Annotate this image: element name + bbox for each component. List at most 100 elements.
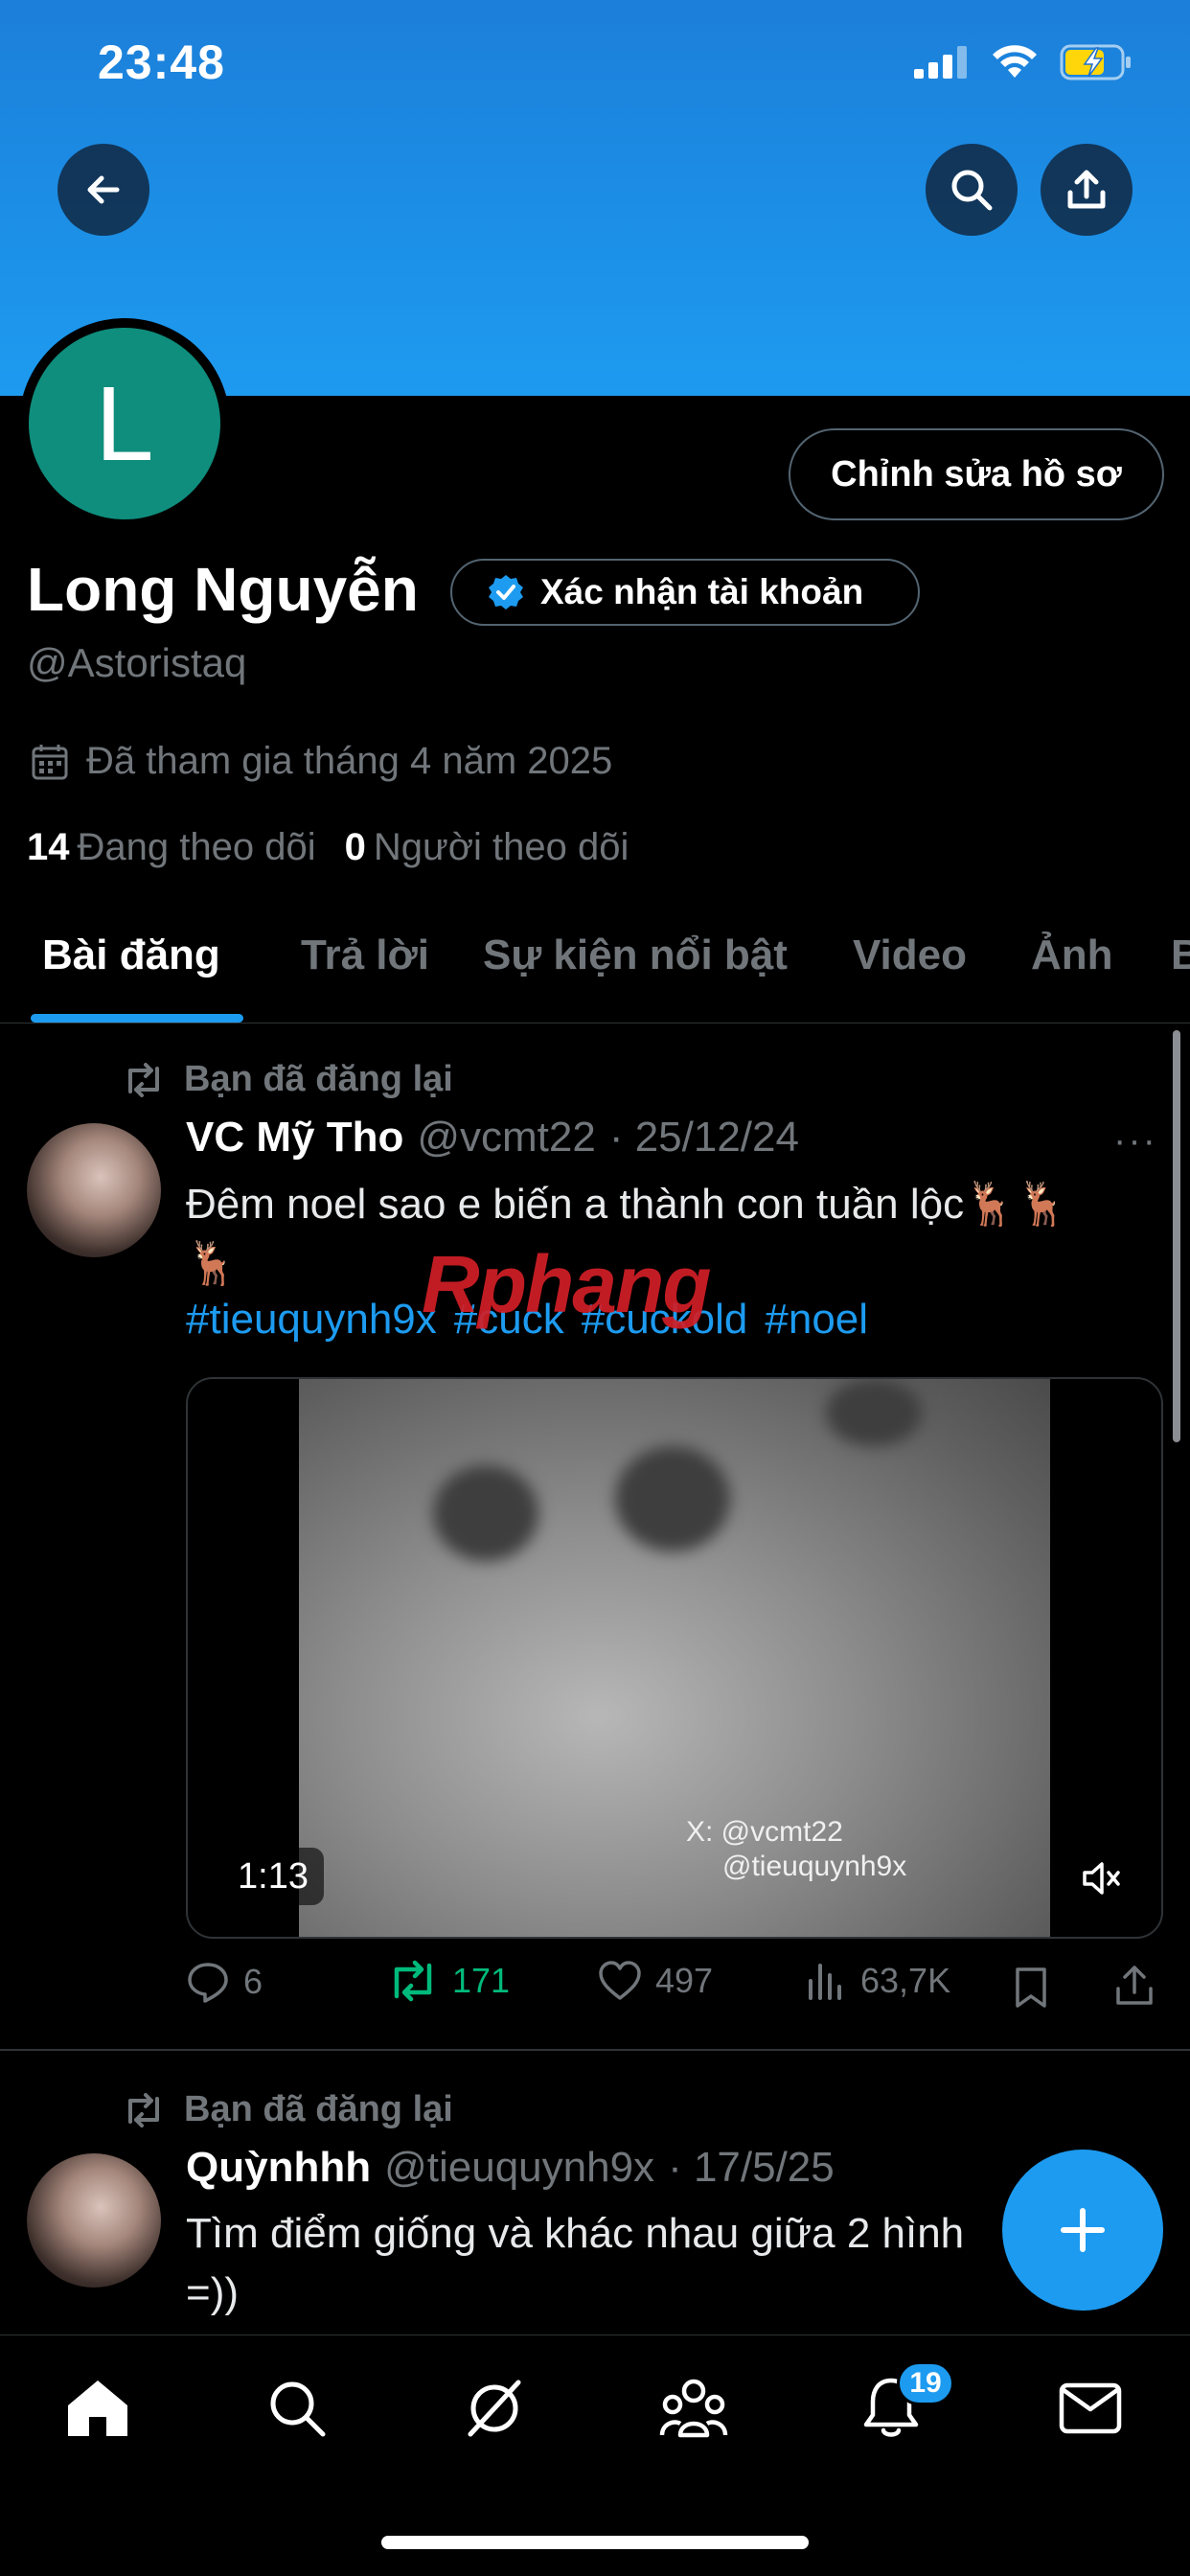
status-time: 23:48	[98, 35, 225, 89]
post-video[interactable]: X: @vcmt22 @tieuquynh9x	[186, 1377, 1163, 1939]
reply-icon	[188, 1963, 228, 2003]
joined-text: Đã tham gia tháng 4 năm 2025	[86, 740, 613, 782]
arrow-left-icon	[87, 175, 120, 204]
battery-charging-icon	[1060, 44, 1131, 80]
tab-highlights[interactable]: Sự kiện nổi bật	[483, 932, 788, 979]
share-icon	[1067, 170, 1106, 209]
views-button[interactable]: 63,7K	[805, 1960, 950, 2002]
tab-replies[interactable]: Trả lời	[301, 932, 429, 979]
post-header: VC Mỹ Tho @vcmt22 · 25/12/24	[186, 1114, 799, 1162]
tab-more[interactable]: B	[1171, 932, 1190, 979]
like-button[interactable]: 497	[598, 1960, 713, 2002]
video-watermark-line: @tieuquynh9x	[722, 1851, 907, 1882]
repost-button[interactable]: 171	[387, 1960, 510, 2002]
video-watermark: X: @vcmt22 @tieuquynh9x	[686, 1815, 906, 1884]
search-button[interactable]	[926, 144, 1018, 236]
blurred-region	[826, 1379, 922, 1446]
video-watermark-line: X: @vcmt22	[686, 1816, 843, 1848]
nav-communities[interactable]	[655, 2370, 732, 2447]
followers-label: Người theo dõi	[373, 826, 629, 868]
followers-count: 0	[344, 826, 366, 868]
profile-avatar[interactable]: L	[19, 318, 230, 529]
home-icon	[68, 2380, 127, 2436]
repost-icon	[128, 2092, 159, 2128]
profile-handle: @Astoristaq	[27, 640, 247, 685]
nav-search[interactable]	[259, 2370, 335, 2447]
mail-icon	[1059, 2382, 1122, 2434]
following-link[interactable]: 14 Đang theo dõi	[27, 826, 316, 869]
post-text-line: Đêm noel sao e biến a thành con tuần lộc…	[186, 1181, 1069, 1228]
tab-posts[interactable]: Bài đăng	[42, 932, 220, 979]
following-count: 14	[27, 826, 70, 868]
wifi-icon	[993, 45, 1037, 78]
nav-grok[interactable]	[456, 2370, 533, 2447]
views-count: 63,7K	[860, 1961, 951, 2000]
tab-photos[interactable]: Ảnh	[1031, 932, 1113, 979]
post-text-line: =))	[186, 2269, 239, 2316]
edit-profile-button[interactable]: Chỉnh sửa hồ sơ	[789, 428, 1164, 520]
post-avatar[interactable]	[27, 1123, 161, 1257]
repost-indicator: Bạn đã đăng lại	[123, 2089, 453, 2130]
plus-icon	[1061, 2208, 1105, 2252]
reply-button[interactable]: 6	[186, 1960, 263, 2004]
active-tab-indicator	[31, 1014, 243, 1023]
post-author-name[interactable]: VC Mỹ Tho	[186, 1114, 403, 1162]
post-author-handle[interactable]: @vcmt22	[417, 1114, 595, 1162]
views-icon	[809, 1964, 841, 2000]
joined-date: Đã tham gia tháng 4 năm 2025	[31, 740, 612, 783]
nav-home[interactable]	[59, 2370, 136, 2447]
followers-link[interactable]: 0 Người theo dõi	[345, 826, 629, 869]
verify-account-label: Xác nhận tài khoản	[540, 572, 864, 611]
compose-button[interactable]	[1002, 2150, 1163, 2311]
mute-icon[interactable]	[1079, 1855, 1125, 1901]
post-actions: 6 171 497 63,7K	[186, 1960, 1182, 2017]
back-button[interactable]	[57, 144, 149, 236]
blurred-region	[615, 1446, 730, 1552]
heart-icon	[599, 1961, 641, 2000]
notifications-badge: 19	[897, 2361, 954, 2405]
profile-name: Long Nguyễn	[27, 555, 419, 624]
verify-account-button[interactable]: Xác nhận tài khoản	[450, 559, 920, 626]
video-frame	[299, 1379, 1050, 1937]
signal-icon	[914, 46, 967, 79]
verified-badge-icon	[489, 575, 523, 610]
following-label: Đang theo dõi	[77, 826, 316, 868]
hashtag-link[interactable]: #noel	[765, 1296, 868, 1344]
calendar-icon	[32, 744, 68, 779]
grok-icon	[468, 2380, 521, 2437]
nav-messages[interactable]	[1052, 2370, 1129, 2447]
follow-stats: 14 Đang theo dõi 0 Người theo dõi	[27, 826, 629, 869]
post-author-name[interactable]: Quỳnhhh	[186, 2144, 371, 2192]
like-count: 497	[655, 1961, 714, 2000]
repost-icon	[394, 1960, 432, 2002]
post-avatar[interactable]	[27, 2153, 161, 2288]
profile-tabs: Bài đăng Trả lời Sự kiện nổi bật Video Ả…	[0, 920, 1190, 1024]
reply-count: 6	[243, 1962, 263, 2001]
repost-count: 171	[452, 1961, 511, 2000]
tab-video[interactable]: Video	[853, 932, 967, 979]
post-header: Quỳnhhh @tieuquynh9x · 17/5/25	[186, 2144, 835, 2192]
more-options-icon[interactable]: ···	[1113, 1119, 1157, 1162]
repost-label: Bạn đã đăng lại	[184, 2089, 453, 2129]
post-date: · 17/5/25	[668, 2144, 835, 2191]
post-divider	[0, 2049, 1190, 2051]
bookmark-icon[interactable]	[1012, 1966, 1050, 2010]
status-bar: 23:48	[0, 0, 1190, 134]
repost-indicator: Bạn đã đăng lại	[123, 1059, 453, 1100]
repost-icon	[128, 1062, 159, 1097]
repost-label: Bạn đã đăng lại	[184, 1059, 453, 1099]
hashtag-link[interactable]: #tieuquynh9x	[186, 1296, 437, 1344]
status-icons	[914, 44, 1133, 80]
post-date: · 25/12/24	[608, 1114, 799, 1161]
blurred-region	[433, 1465, 538, 1561]
people-icon	[659, 2379, 728, 2438]
post-author-handle[interactable]: @tieuquynh9x	[384, 2144, 654, 2192]
watermark-logo: Rphang	[422, 1239, 712, 1329]
share-icon[interactable]	[1113, 1964, 1156, 2008]
home-indicator	[381, 2536, 809, 2549]
search-icon	[270, 2381, 326, 2437]
video-duration: 1:13	[222, 1848, 324, 1905]
scrollbar[interactable]	[1173, 1030, 1180, 1442]
avatar-letter: L	[29, 328, 220, 519]
share-button[interactable]	[1041, 144, 1133, 236]
